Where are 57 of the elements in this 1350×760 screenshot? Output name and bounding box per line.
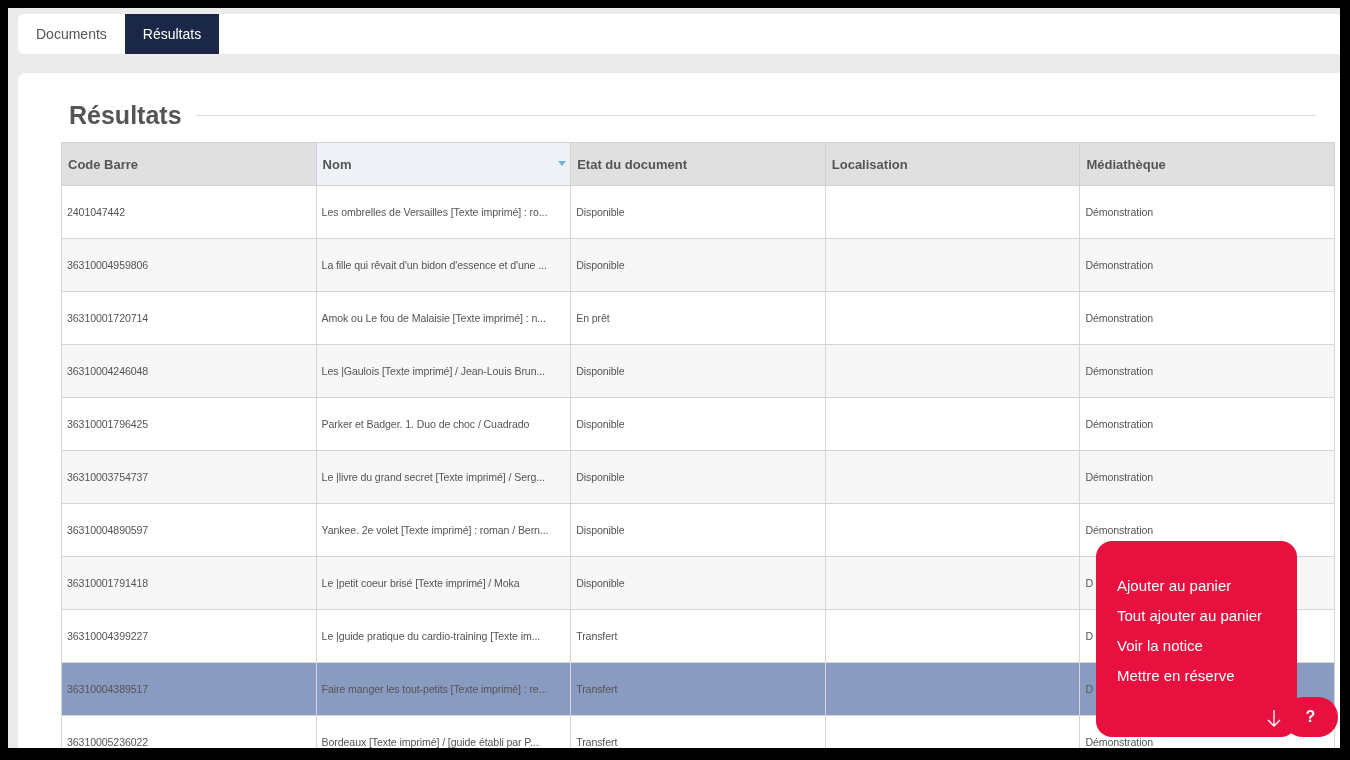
table-cell: Démonstration bbox=[1079, 344, 1335, 398]
table-cell: Transfert bbox=[570, 609, 826, 663]
table-cell: Le |livre du grand secret [Texte imprimé] / Serg... bbox=[316, 450, 571, 504]
tab[interactable]: Résultats bbox=[124, 14, 220, 54]
menu-item[interactable]: Tout ajouter au panier bbox=[1117, 607, 1263, 624]
table-row[interactable]: 36310003754737 Le |livre du grand secret [Texte imprimé] / Serg... Disponible Démonstration bbox=[61, 450, 1335, 504]
table-cell: En prêt bbox=[570, 291, 826, 345]
table-cell: Faire manger les tout-petits [Texte imprimé] : re... bbox=[316, 662, 571, 716]
table-cell: Disponible bbox=[570, 344, 826, 398]
table-cell: 36310005236022 bbox=[61, 715, 317, 748]
section-title: Résultats bbox=[69, 101, 182, 130]
table-cell: 36310004890597 bbox=[61, 503, 317, 557]
table-row[interactable]: 36310004890597 Yankee. 2e volet [Texte imprimé] : roman / Bern... Disponible Démonstration bbox=[61, 503, 1335, 557]
table-cell: Démonstration bbox=[1079, 397, 1335, 451]
table-cell: Disponible bbox=[570, 556, 826, 610]
table-cell: Disponible bbox=[570, 238, 826, 292]
column-header[interactable]: Etat du document bbox=[570, 142, 826, 186]
table-cell: 36310004389517 bbox=[61, 662, 317, 716]
table-cell: 36310004246048 bbox=[61, 344, 317, 398]
table-cell: Le |guide pratique du cardio-training [Texte im... bbox=[316, 609, 571, 663]
table-cell: Parker et Badger. 1. Duo de choc / Cuadrado bbox=[316, 397, 571, 451]
table-cell: Les ombrelles de Versailles [Texte imprimé] : ro... bbox=[316, 185, 571, 239]
menu-item[interactable]: Voir la notice bbox=[1117, 637, 1203, 654]
table-row[interactable]: 36310004246048 Les |Gaulois [Texte imprimé] / Jean-Louis Brun... Disponible Démonstration bbox=[61, 344, 1335, 398]
table-cell: 36310004959806 bbox=[61, 238, 317, 292]
table-cell: 2401047442 bbox=[61, 185, 317, 239]
down-arrow-icon[interactable] bbox=[1267, 709, 1281, 727]
table-cell: 36310001720714 bbox=[61, 291, 317, 345]
table-cell: Démonstration bbox=[1079, 185, 1335, 239]
column-header[interactable]: Code Barre bbox=[61, 142, 317, 186]
table-cell: Transfert bbox=[570, 662, 826, 716]
table-cell: Disponible bbox=[570, 185, 826, 239]
table-cell: 36310004399227 bbox=[61, 609, 317, 663]
table-cell: Disponible bbox=[570, 397, 826, 451]
table-row[interactable]: 36310004959806 La fille qui rêvait d'un bidon d'essence et d'une ... Disponible Démonstration bbox=[61, 238, 1335, 292]
column-header[interactable]: Nom bbox=[316, 142, 571, 186]
table-cell: Démonstration bbox=[1079, 238, 1335, 292]
table-cell: Amok ou Le fou de Malaisie [Texte imprimé] : n... bbox=[316, 291, 571, 345]
table-cell: Démonstration bbox=[1079, 450, 1335, 504]
column-header[interactable]: Médiathèque bbox=[1079, 142, 1335, 186]
tab[interactable]: Documents bbox=[18, 14, 125, 54]
table-cell: 36310001791418 bbox=[61, 556, 317, 610]
menu-item[interactable]: Mettre en réserve bbox=[1117, 667, 1235, 684]
table-cell: 36310003754737 bbox=[61, 450, 317, 504]
table-cell: 36310001796425 bbox=[61, 397, 317, 451]
menu-item[interactable]: Ajouter au panier bbox=[1117, 577, 1232, 594]
column-header[interactable]: Localisation bbox=[825, 142, 1080, 186]
table-row[interactable]: 2401047442 Les ombrelles de Versailles [Texte imprimé] : ro... Disponible Démonstration bbox=[61, 185, 1335, 239]
table-cell: Disponible bbox=[570, 503, 826, 557]
table-cell: Démonstration bbox=[1079, 291, 1335, 345]
table-cell: Le |petit coeur brisé [Texte imprimé] / Moka bbox=[316, 556, 571, 610]
table-cell: Yankee. 2e volet [Texte imprimé] : roman / Bern... bbox=[316, 503, 571, 557]
table-row[interactable]: 36310001796425 Parker et Badger. 1. Duo de choc / Cuadrado Disponible Démonstration bbox=[61, 397, 1335, 451]
table-cell: Disponible bbox=[570, 450, 826, 504]
table-cell: La fille qui rêvait d'un bidon d'essence et d'une ... bbox=[316, 238, 571, 292]
table-row[interactable]: 36310001720714 Amok ou Le fou de Malaisie [Texte imprimé] : n... En prêt Démonstration bbox=[61, 291, 1335, 345]
table-cell: Les |Gaulois [Texte imprimé] / Jean-Louis Brun... bbox=[316, 344, 571, 398]
